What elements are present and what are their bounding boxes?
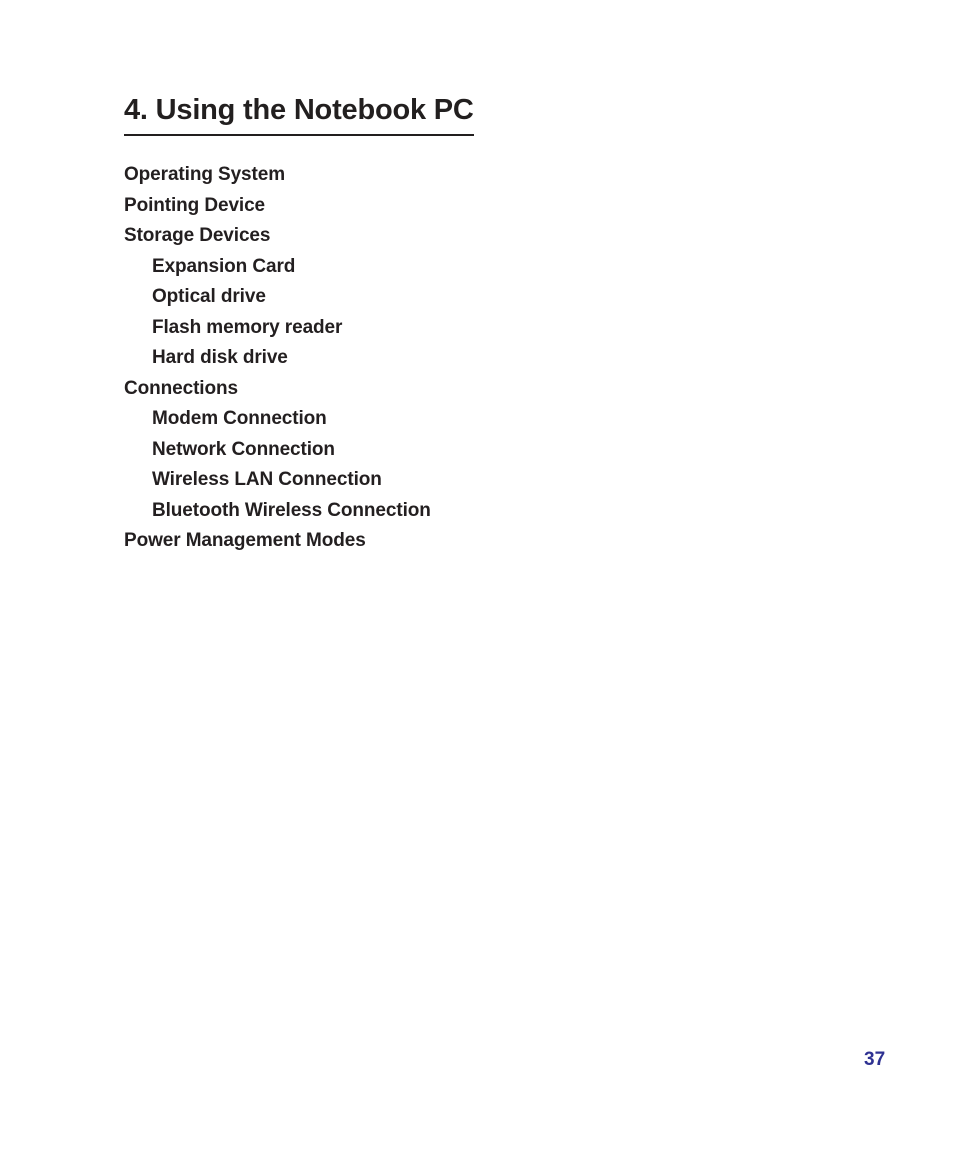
toc-entry: Connections: [124, 377, 238, 399]
toc-entry: Wireless LAN Connection: [152, 469, 382, 490]
toc-entry: Optical drive: [152, 286, 266, 307]
toc-entry: Flash memory reader: [152, 316, 343, 338]
toc-entry: Pointing Device: [124, 194, 266, 216]
page-number: 37: [864, 1049, 886, 1070]
toc-entry: Expansion Card: [152, 255, 296, 277]
toc-entry: Bluetooth Wireless Connection: [152, 499, 431, 521]
table-of-contents: Operating System Pointing Device Storage D…: [124, 160, 764, 557]
chapter-heading-text: 4. Using the Notebook PC: [124, 92, 474, 136]
toc-entry: Operating System: [124, 164, 286, 185]
toc-entry: Modem Connection: [152, 408, 327, 429]
page-title: 4. Using the Notebook PC: [124, 92, 474, 136]
toc-entry: Storage Devices: [124, 225, 271, 246]
document-page: 4. Using the Notebook PC Operating Syste…: [0, 0, 954, 1155]
toc-entry: Power Management Modes: [124, 530, 366, 551]
toc-entry: Network Connection: [152, 438, 335, 460]
toc-entry: Hard disk drive: [152, 347, 288, 368]
